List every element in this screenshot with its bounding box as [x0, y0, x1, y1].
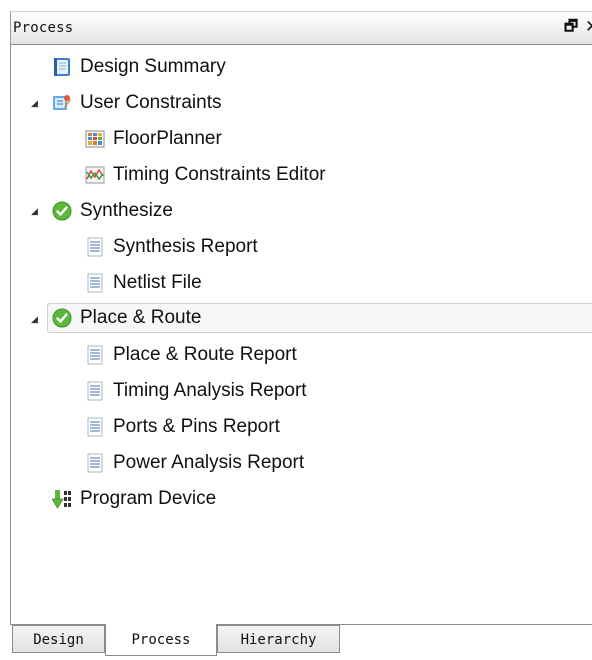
tree-item-label: Netlist File: [113, 272, 202, 293]
close-icon[interactable]: ✕: [585, 17, 592, 37]
report-doc-icon: [85, 237, 105, 257]
tree-item-label: Program Device: [80, 488, 217, 509]
tree-item-timing-analysis-report[interactable]: Timing Analysis Report: [85, 376, 307, 406]
tree-item-label: Timing Analysis Report: [113, 380, 307, 401]
floorplanner-icon: [85, 129, 105, 149]
panel-titlebar: Process 🗗 ✕: [10, 11, 592, 45]
tree-item-place-and-route-report[interactable]: Place & Route Report: [85, 340, 297, 370]
tree-item-ports-and-pins-report[interactable]: Ports & Pins Report: [85, 412, 280, 442]
panel-title: Process: [13, 20, 74, 36]
tree-item-label: Synthesize: [80, 200, 173, 221]
tree-item-synthesize[interactable]: Synthesize: [52, 196, 173, 226]
tree-item-label: Timing Constraints Editor: [113, 164, 326, 185]
report-doc-icon: [85, 345, 105, 365]
tree-item-netlist-file[interactable]: Netlist File: [85, 268, 202, 298]
tree-item-floorplanner[interactable]: FloorPlanner: [85, 124, 222, 154]
collapse-arrow-icon[interactable]: ◢: [31, 314, 41, 324]
tree-item-label: Design Summary: [80, 56, 226, 77]
tree-item-label: Power Analysis Report: [113, 452, 305, 473]
tab-process[interactable]: Process: [105, 624, 217, 656]
collapse-arrow-icon[interactable]: ◢: [31, 98, 41, 108]
check-success-icon: [52, 308, 72, 328]
user-constraints-icon: [52, 93, 72, 113]
tree-item-label: Ports & Pins Report: [113, 416, 280, 437]
report-doc-icon: [85, 417, 105, 437]
tree-item-label: Place & Route Report: [113, 344, 297, 365]
tab-design[interactable]: Design: [12, 625, 105, 653]
tree-item-synthesis-report[interactable]: Synthesis Report: [85, 232, 258, 262]
program-device-icon: [52, 489, 72, 509]
tree-item-label: User Constraints: [80, 92, 222, 113]
tree-item-power-analysis-report[interactable]: Power Analysis Report: [85, 448, 304, 478]
collapse-arrow-icon[interactable]: ◢: [31, 206, 41, 216]
tree-item-place-and-route[interactable]: Place & Route: [47, 303, 592, 333]
timing-constraints-icon: [85, 165, 105, 185]
process-tree-area: Design Summary ◢ User Constraints FloorP…: [10, 45, 592, 625]
report-doc-icon: [85, 453, 105, 473]
check-success-icon: [52, 201, 72, 221]
tree-item-label: Synthesis Report: [113, 236, 258, 257]
report-doc-icon: [85, 381, 105, 401]
tree-item-design-summary[interactable]: Design Summary: [52, 52, 226, 82]
tree-item-program-device[interactable]: Program Device: [52, 484, 216, 514]
tree-item-user-constraints[interactable]: User Constraints: [52, 88, 222, 118]
restore-window-icon[interactable]: 🗗: [562, 17, 580, 37]
report-doc-icon: [85, 273, 105, 293]
tab-hierarchy[interactable]: Hierarchy: [217, 625, 340, 653]
tree-item-timing-constraints-editor[interactable]: Timing Constraints Editor: [85, 160, 326, 190]
process-panel: Process 🗗 ✕ Design Summary: [0, 0, 592, 660]
design-summary-icon: [52, 57, 72, 77]
tree-item-label: Place & Route: [80, 307, 202, 328]
tree-item-label: FloorPlanner: [113, 128, 222, 149]
